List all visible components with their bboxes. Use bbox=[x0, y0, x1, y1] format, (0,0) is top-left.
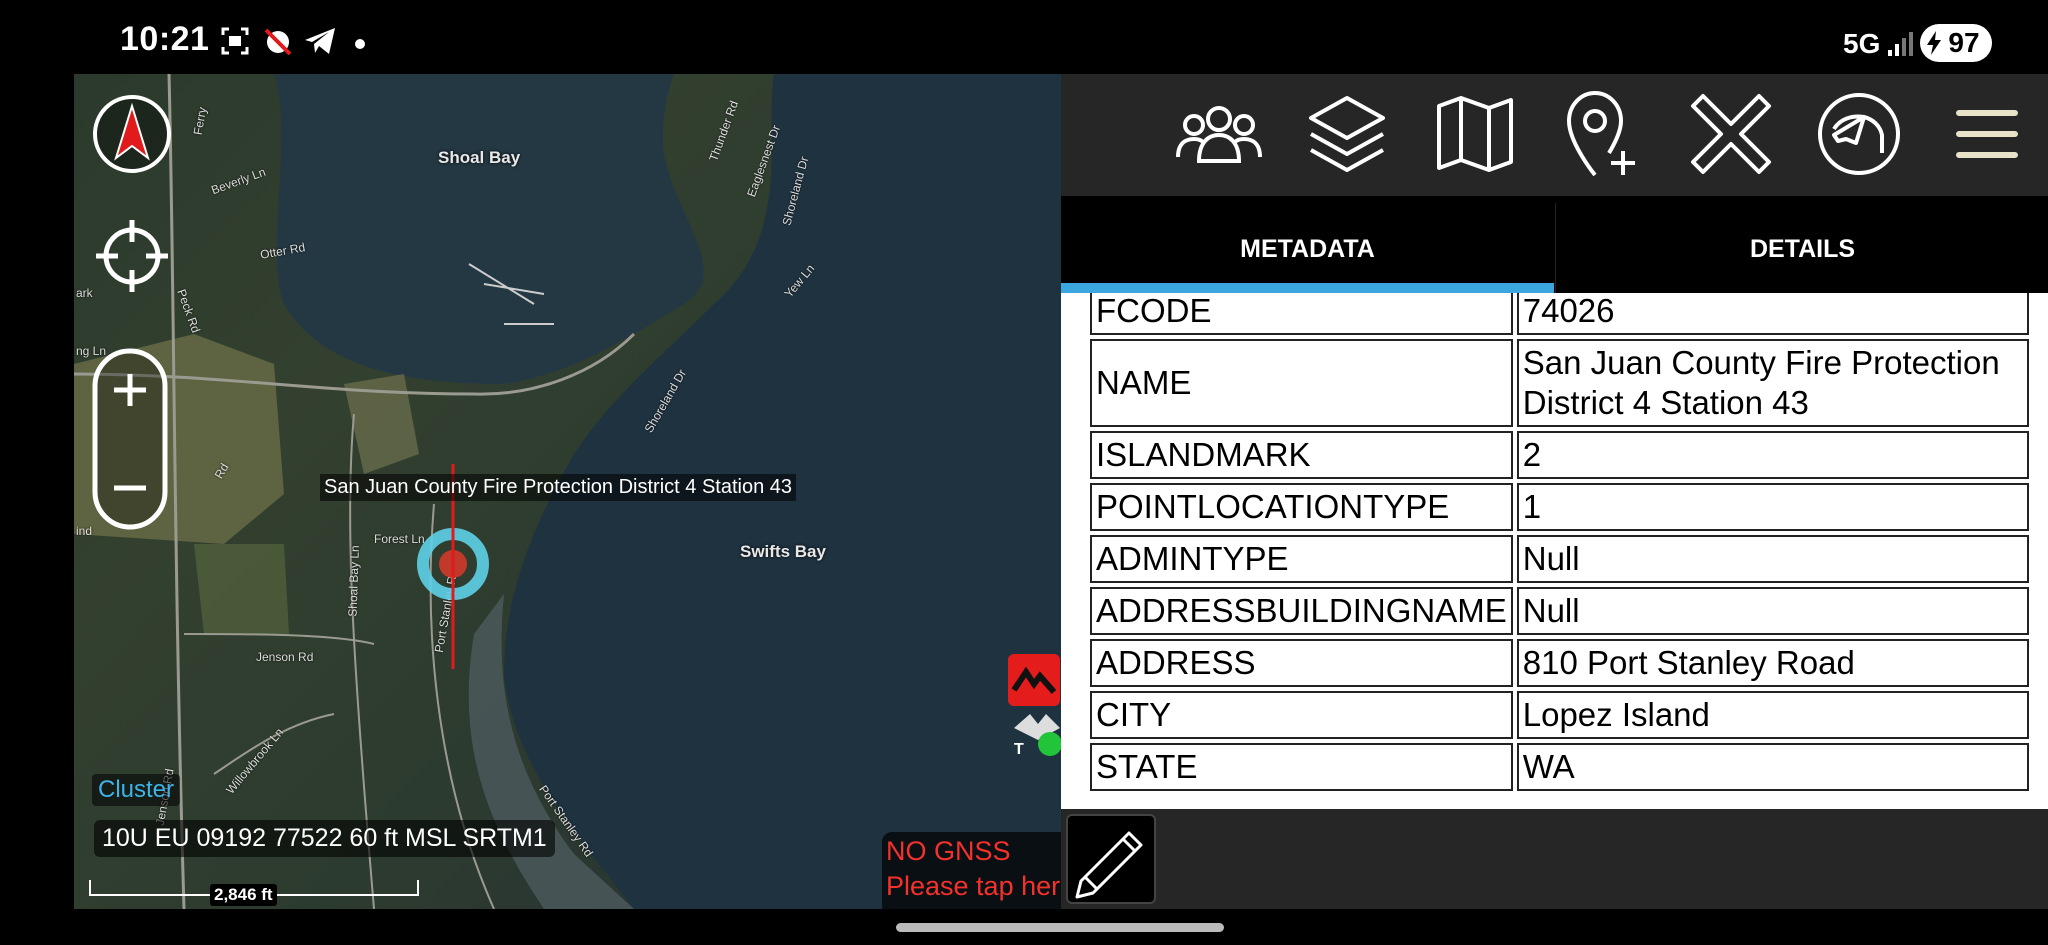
network-type: 5G bbox=[1843, 28, 1881, 59]
layers-icon bbox=[1309, 96, 1385, 172]
elevation-tool-icon[interactable] bbox=[1008, 654, 1060, 706]
road-label: Shoal Bay Ln bbox=[345, 545, 362, 617]
road-label: Jenson Rd bbox=[256, 650, 314, 664]
bottom-bar bbox=[1061, 809, 2048, 909]
metadata-key: ADDRESS bbox=[1090, 639, 1513, 687]
metadata-value: 810 Port Stanley Road bbox=[1516, 639, 2029, 687]
table-row[interactable]: ADMINTYPE Null bbox=[1090, 535, 2029, 583]
scale-label: 2,846 ft bbox=[210, 884, 277, 906]
cluster-toggle[interactable]: Cluster bbox=[92, 774, 181, 806]
metadata-key: NAME bbox=[1090, 339, 1513, 427]
metadata-panel[interactable]: FCODE 74026 NAME San Juan County Fire Prote… bbox=[1061, 293, 2048, 809]
metadata-key: ADMINTYPE bbox=[1090, 535, 1513, 583]
close-icon bbox=[1691, 94, 1771, 174]
charging-icon bbox=[1927, 31, 1941, 55]
dog-icon bbox=[1818, 93, 1900, 175]
close-tool-button[interactable] bbox=[1681, 84, 1781, 184]
metadata-key: ADDRESSBUILDINGNAME bbox=[1090, 587, 1513, 635]
pencil-icon bbox=[1075, 831, 1143, 899]
gnss-warning-title: NO GNSS bbox=[886, 836, 1011, 866]
battery-level: 97 bbox=[1948, 27, 1980, 58]
layers-button[interactable] bbox=[1297, 84, 1397, 184]
maps-button[interactable] bbox=[1425, 84, 1525, 184]
table-row[interactable]: POINTLOCATIONTYPE 1 bbox=[1090, 483, 2029, 531]
metadata-value: 2 bbox=[1516, 431, 2029, 479]
add-marker-button[interactable] bbox=[1553, 84, 1653, 184]
metadata-value: WA bbox=[1516, 743, 2029, 791]
status-time: 10:21 bbox=[120, 20, 210, 58]
status-bar: 10:21 5G 97 bbox=[0, 0, 2048, 74]
edit-button[interactable] bbox=[1066, 814, 1156, 904]
tab-metadata[interactable]: METADATA bbox=[1061, 203, 1554, 295]
menu-icon bbox=[1956, 110, 2018, 158]
tracking-dog-button[interactable] bbox=[1809, 84, 1909, 184]
metadata-value: 74026 bbox=[1516, 293, 2029, 335]
table-row[interactable]: ADDRESS 810 Port Stanley Road bbox=[1090, 639, 2029, 687]
metadata-table: FCODE 74026 NAME San Juan County Fire Prote… bbox=[1086, 293, 2033, 795]
metadata-key: STATE bbox=[1090, 743, 1513, 791]
app-notification-icon bbox=[264, 28, 292, 56]
coordinate-readout[interactable]: 10U EU 09192 77522 60 ft MSL SRTM1 bbox=[94, 820, 555, 857]
map-view[interactable]: Shoal Bay Swifts Bay Ferry Beverly Ln Ot… bbox=[74, 74, 1061, 909]
no-gnss-warning[interactable]: NO GNSS Please tap here to set your loca… bbox=[882, 832, 1061, 909]
add-marker-icon bbox=[1566, 90, 1635, 177]
home-indicator[interactable] bbox=[896, 923, 1224, 932]
selected-point-label: San Juan County Fire Protection District… bbox=[320, 474, 797, 501]
battery-indicator: 97 bbox=[1920, 24, 1992, 62]
signal-icon bbox=[1888, 32, 1913, 56]
tab-details[interactable]: DETAILS bbox=[1555, 203, 2048, 295]
metadata-value: Lopez Island bbox=[1516, 691, 2029, 739]
table-row[interactable]: ISLANDMARK 2 bbox=[1090, 431, 2029, 479]
tak-server-status-icon[interactable]: T bbox=[1010, 710, 1061, 758]
table-row[interactable]: STATE WA bbox=[1090, 743, 2029, 791]
metadata-key: CITY bbox=[1090, 691, 1513, 739]
active-tab-indicator bbox=[1061, 283, 1554, 293]
svg-text:T: T bbox=[1014, 741, 1024, 758]
compass-north-button[interactable] bbox=[92, 94, 172, 174]
screenshot-icon bbox=[221, 27, 249, 55]
locate-me-button[interactable] bbox=[90, 214, 174, 298]
menu-button[interactable] bbox=[1937, 84, 2037, 184]
contacts-icon bbox=[1176, 106, 1262, 163]
zoom-out-button[interactable] bbox=[110, 468, 150, 508]
toolbar bbox=[1061, 74, 2048, 196]
contacts-button[interactable] bbox=[1169, 84, 1269, 184]
place-label: Swifts Bay bbox=[740, 542, 826, 561]
metadata-key: ISLANDMARK bbox=[1090, 431, 1513, 479]
metadata-value: Null bbox=[1516, 535, 2029, 583]
metadata-value: San Juan County Fire Protection District… bbox=[1516, 339, 2029, 427]
gnss-warning-body: Please tap here to set your location man… bbox=[886, 871, 1061, 909]
metadata-key: FCODE bbox=[1090, 293, 1513, 335]
metadata-value: Null bbox=[1516, 587, 2029, 635]
map-icon bbox=[1437, 96, 1513, 172]
table-row[interactable]: NAME San Juan County Fire Protection Dist… bbox=[1090, 339, 2029, 427]
metadata-value: 1 bbox=[1516, 483, 2029, 531]
table-row[interactable]: CITY Lopez Island bbox=[1090, 691, 2029, 739]
place-label: Shoal Bay bbox=[438, 148, 521, 167]
telegram-icon bbox=[305, 28, 335, 54]
more-notifications-icon bbox=[355, 39, 365, 49]
detail-tabs: METADATA DETAILS bbox=[1061, 203, 2048, 295]
selected-point-marker[interactable] bbox=[404, 384, 504, 674]
road-label: ind bbox=[76, 524, 93, 538]
table-row[interactable]: FCODE 74026 bbox=[1090, 293, 2029, 335]
zoom-in-button[interactable] bbox=[110, 370, 150, 410]
table-row[interactable]: ADDRESSBUILDINGNAME Null bbox=[1090, 587, 2029, 635]
metadata-key: POINTLOCATIONTYPE bbox=[1090, 483, 1513, 531]
